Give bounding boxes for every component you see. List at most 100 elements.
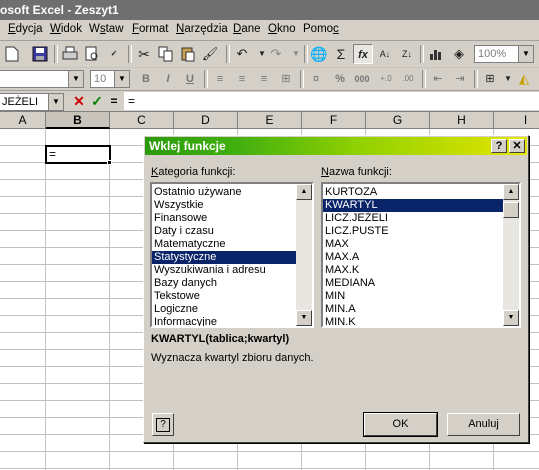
- function-item[interactable]: LICZ.PUSTE: [323, 225, 503, 238]
- menu-narzedzia[interactable]: Narzędzia: [176, 23, 228, 35]
- ok-button[interactable]: OK: [363, 412, 438, 437]
- align-center-icon[interactable]: ≡: [232, 69, 252, 89]
- category-item[interactable]: Bazy danych: [152, 277, 296, 290]
- font-combo[interactable]: ▼: [0, 70, 84, 88]
- print-icon[interactable]: [60, 44, 80, 64]
- redo-icon[interactable]: ↷: [266, 44, 286, 64]
- function-listbox[interactable]: KURTOZA KWARTYL LICZ.JEŻELI LICZ.PUSTE M…: [321, 182, 521, 328]
- decrease-indent-icon[interactable]: ⇤: [428, 69, 448, 89]
- paste-icon[interactable]: [178, 44, 198, 64]
- drawing-icon[interactable]: ◈: [449, 44, 469, 64]
- function-item[interactable]: MEDIANA: [323, 277, 503, 290]
- column-header-e[interactable]: E: [238, 112, 302, 129]
- scroll-thumb[interactable]: [503, 202, 519, 218]
- category-item-selected[interactable]: Statystyczne: [152, 251, 296, 264]
- merge-center-icon[interactable]: ⊞: [276, 69, 296, 89]
- scroll-down-icon[interactable]: ▼: [296, 310, 312, 326]
- category-item[interactable]: Daty i czasu: [152, 225, 296, 238]
- save-icon[interactable]: [30, 44, 50, 64]
- hyperlink-icon[interactable]: 🌐: [309, 44, 329, 64]
- function-item[interactable]: MIN.K: [323, 316, 503, 326]
- zoom-combo[interactable]: 100% ▼: [474, 45, 534, 63]
- fill-color-icon[interactable]: ◭: [514, 69, 534, 89]
- print-preview-icon[interactable]: [82, 44, 102, 64]
- undo-icon[interactable]: ↶: [232, 44, 252, 64]
- category-scrollbar[interactable]: ▲ ▼: [296, 184, 312, 326]
- column-header-d[interactable]: D: [174, 112, 238, 129]
- category-item[interactable]: Matematyczne: [152, 238, 296, 251]
- font-size-combo[interactable]: 10 ▼: [90, 70, 130, 88]
- underline-button[interactable]: U: [180, 69, 200, 89]
- scroll-down-icon[interactable]: ▼: [503, 310, 519, 326]
- active-cell[interactable]: =: [45, 145, 111, 164]
- redo-dropdown-icon[interactable]: ▼: [286, 44, 306, 64]
- thousands-button[interactable]: 000: [352, 69, 372, 89]
- function-item[interactable]: MIN.A: [323, 303, 503, 316]
- bold-button[interactable]: B: [136, 69, 156, 89]
- scroll-up-icon[interactable]: ▲: [296, 184, 312, 200]
- function-scrollbar[interactable]: ▲ ▼: [503, 184, 519, 326]
- menu-edycja[interactable]: Edycja: [8, 23, 43, 35]
- align-right-icon[interactable]: ≡: [254, 69, 274, 89]
- office-assistant-help-button[interactable]: ?: [152, 413, 174, 436]
- autosum-icon[interactable]: Σ: [331, 44, 351, 64]
- menu-dane[interactable]: Dane: [233, 23, 261, 35]
- cancel-button[interactable]: Anuluj: [447, 413, 520, 436]
- category-item[interactable]: Wszystkie: [152, 199, 296, 212]
- edit-formula-icon[interactable]: =: [106, 92, 122, 110]
- currency-icon[interactable]: ¤: [306, 69, 326, 89]
- function-item-selected[interactable]: KWARTYL: [323, 199, 503, 212]
- menu-pomoc[interactable]: Pomoc: [303, 23, 339, 35]
- column-header-b[interactable]: B: [46, 112, 110, 129]
- name-box[interactable]: JEŻELI ▼: [0, 93, 64, 111]
- category-item[interactable]: Finansowe: [152, 212, 296, 225]
- decrease-decimal-icon[interactable]: .00: [398, 69, 418, 89]
- chevron-down-icon[interactable]: ▼: [518, 46, 533, 62]
- sort-ascending-icon[interactable]: A↓: [375, 44, 395, 64]
- format-painter-icon[interactable]: 🖌: [200, 44, 220, 64]
- copy-icon[interactable]: [156, 44, 176, 64]
- new-icon[interactable]: [2, 44, 22, 64]
- fill-handle[interactable]: [107, 160, 112, 165]
- function-item[interactable]: MAX.K: [323, 264, 503, 277]
- column-header-g[interactable]: G: [366, 112, 430, 129]
- cut-icon[interactable]: ✂: [134, 44, 154, 64]
- align-left-icon[interactable]: ≡: [210, 69, 230, 89]
- category-item[interactable]: Wyszukiwania i adresu: [152, 264, 296, 277]
- function-item[interactable]: KURTOZA: [323, 186, 503, 199]
- function-item[interactable]: MIN: [323, 290, 503, 303]
- column-header-a[interactable]: A: [0, 112, 46, 129]
- borders-icon[interactable]: ⊞: [480, 69, 500, 89]
- increase-decimal-icon[interactable]: +.0: [376, 69, 396, 89]
- chevron-down-icon[interactable]: ▼: [68, 71, 83, 87]
- percent-button[interactable]: %: [330, 69, 350, 89]
- column-header-i[interactable]: I: [494, 112, 539, 129]
- formula-input[interactable]: =: [124, 92, 539, 110]
- chart-wizard-icon[interactable]: [426, 44, 446, 64]
- category-listbox[interactable]: Ostatnio używane Wszystkie Finansowe Dat…: [150, 182, 314, 328]
- sort-descending-icon[interactable]: Z↓: [397, 44, 417, 64]
- spelling-icon[interactable]: ✓: [104, 44, 124, 64]
- column-header-f[interactable]: F: [302, 112, 366, 129]
- function-item[interactable]: MAX: [323, 238, 503, 251]
- dialog-close-button[interactable]: ✕: [509, 139, 525, 153]
- function-item[interactable]: LICZ.JEŻELI: [323, 212, 503, 225]
- category-item[interactable]: Logiczne: [152, 303, 296, 316]
- menu-okno[interactable]: Okno: [268, 23, 296, 35]
- column-header-h[interactable]: H: [430, 112, 494, 129]
- dialog-help-button[interactable]: ?: [491, 139, 507, 153]
- category-item[interactable]: Ostatnio używane: [152, 186, 296, 199]
- confirm-entry-icon[interactable]: ✓: [88, 92, 106, 110]
- scroll-up-icon[interactable]: ▲: [503, 184, 519, 200]
- function-item[interactable]: MAX.A: [323, 251, 503, 264]
- paste-function-icon[interactable]: fx: [353, 44, 373, 64]
- chevron-down-icon[interactable]: ▼: [114, 71, 129, 87]
- category-item[interactable]: Tekstowe: [152, 290, 296, 303]
- menu-wstaw[interactable]: Wstaw: [89, 23, 124, 35]
- column-header-c[interactable]: C: [110, 112, 174, 129]
- menu-widok[interactable]: Widok: [50, 23, 82, 35]
- increase-indent-icon[interactable]: ⇥: [450, 69, 470, 89]
- cancel-entry-icon[interactable]: ✕: [70, 92, 88, 110]
- chevron-down-icon[interactable]: ▼: [48, 94, 63, 110]
- italic-button[interactable]: I: [158, 69, 178, 89]
